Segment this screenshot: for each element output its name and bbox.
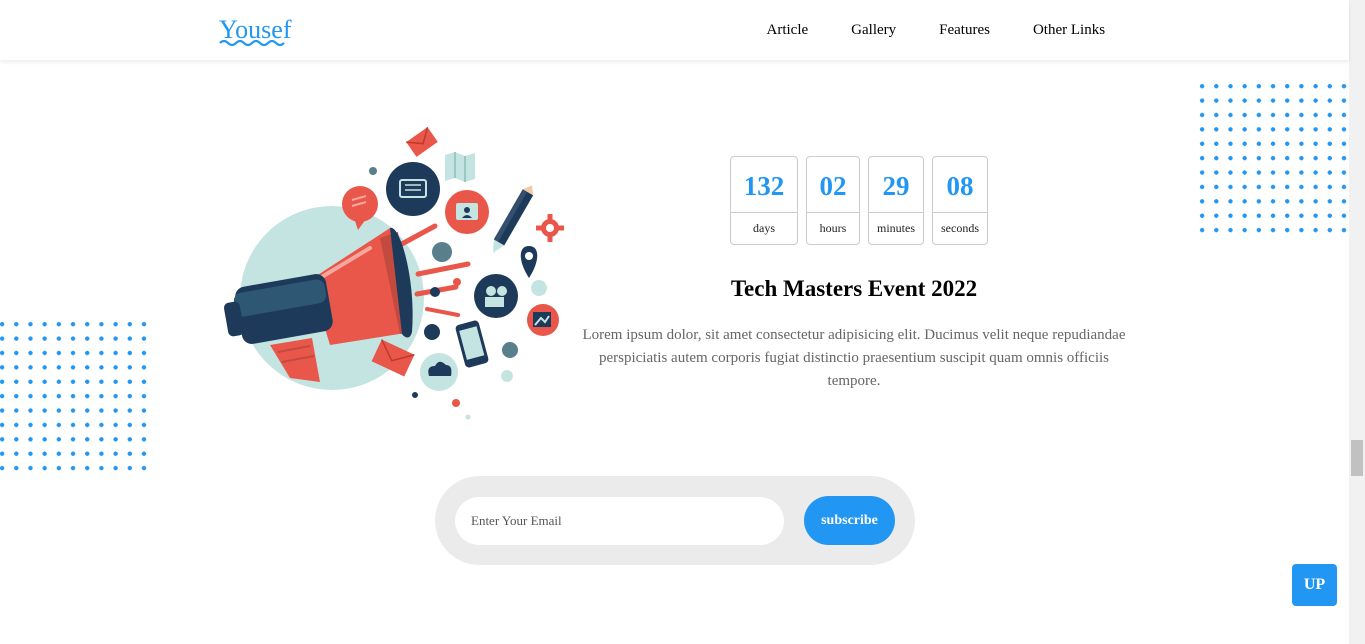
scroll-up-button[interactable]: UP [1292,564,1337,606]
nav-link-other-links[interactable]: Other Links [1011,0,1126,60]
logo-wave-underline [219,39,285,47]
countdown-hours-value: 02 [807,157,859,213]
dot-pattern-left [0,317,152,475]
email-input[interactable] [455,497,784,545]
site-header: Yousef Article Gallery Features Other Li… [0,0,1349,60]
countdown-seconds: 08 seconds [932,156,988,245]
countdown-seconds-label: seconds [941,221,979,235]
scrollbar-thumb[interactable] [1351,440,1363,476]
subscribe-button[interactable]: subscribe [804,496,895,545]
megaphone-illustration [223,126,564,420]
nav-link-gallery[interactable]: Gallery [830,0,918,60]
countdown-minutes-label: minutes [877,221,915,235]
event-description: Lorem ipsum dolor, sit amet consectetur … [582,327,1126,389]
nav-link-article[interactable]: Article [745,0,830,60]
countdown-seconds-value: 08 [933,157,987,213]
countdown-days-label: days [753,221,775,235]
dot-pattern-right [1195,79,1352,237]
countdown-timer: 132 days 02 hours 29 minutes 08 seconds [730,156,988,245]
countdown-minutes: 29 minutes [868,156,924,245]
countdown-days-value: 132 [731,157,797,213]
event-title: Tech Masters Event 2022 [730,276,978,301]
countdown-hours: 02 hours [806,156,860,245]
nav-link-features[interactable]: Features [918,0,1012,60]
page-scrollbar[interactable] [1349,0,1365,644]
countdown-minutes-value: 29 [869,157,923,213]
countdown-hours-label: hours [819,221,847,235]
main-nav: Article Gallery Features Other Links [745,0,1127,60]
countdown-days: 132 days [730,156,798,245]
